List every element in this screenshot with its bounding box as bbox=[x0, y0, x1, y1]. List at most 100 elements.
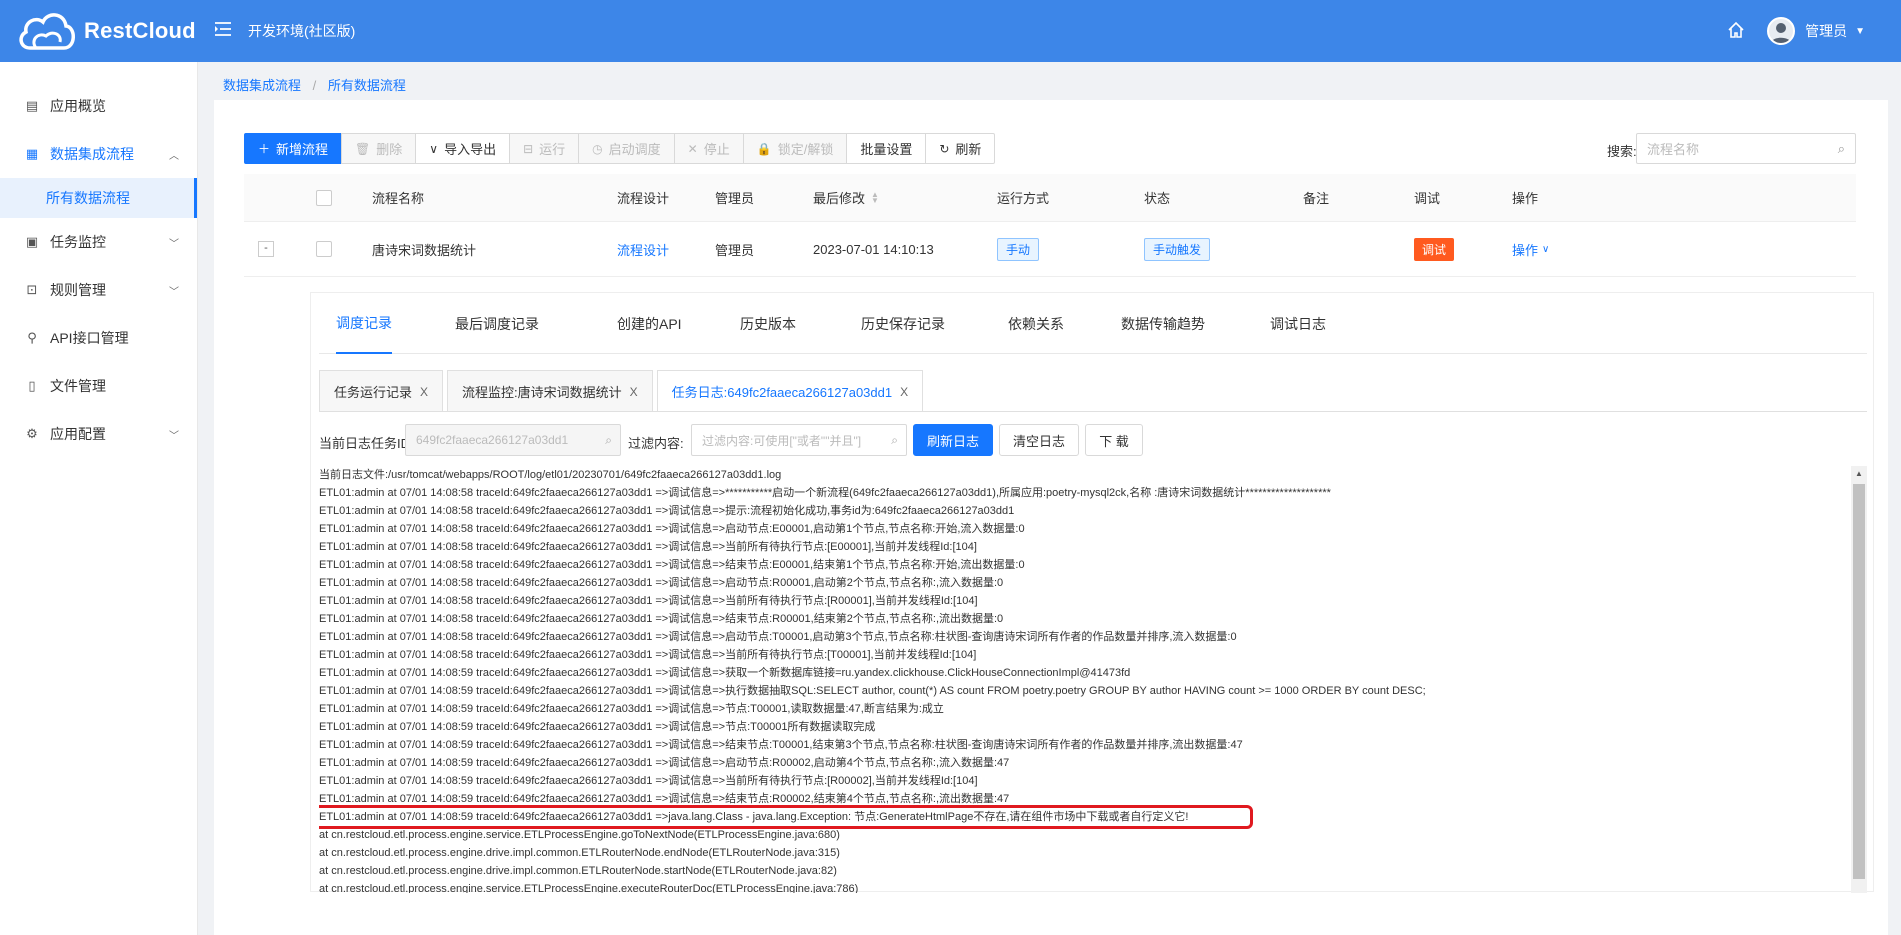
chevron-down-icon[interactable]: ▼ bbox=[1855, 26, 1865, 37]
sidebar: ▤ 应用概览 ▦ 数据集成流程 ︿ 所有数据流程 ▣ 任务监控 ﹀ ⊡ 规则管理… bbox=[0, 62, 198, 935]
sidebar-item-label: 文件管理 bbox=[50, 378, 106, 394]
log-line: ETL01:admin at 07/01 14:08:58 traceId:64… bbox=[319, 559, 1025, 571]
close-icon[interactable]: X bbox=[420, 385, 428, 399]
row-admin: 管理员 bbox=[715, 242, 755, 258]
log-lines: 当前日志文件:/usr/tomcat/webapps/ROOT/log/etl0… bbox=[319, 466, 1867, 893]
flow-design-link[interactable]: 流程设计 bbox=[617, 222, 669, 276]
cloud-logo-icon bbox=[19, 13, 75, 50]
col-modified[interactable]: 最后修改 ▲ ▼ bbox=[813, 174, 879, 221]
download-button[interactable]: 下 载 bbox=[1085, 424, 1143, 456]
tab-save-history[interactable]: 历史保存记录 bbox=[861, 293, 945, 354]
stop-label: 停止 bbox=[703, 142, 730, 157]
sidebar-item-task-monitor[interactable]: ▣ 任务监控 ﹀ bbox=[0, 218, 197, 266]
tab-last-schedule[interactable]: 最后调度记录 bbox=[455, 293, 539, 354]
task-id-input[interactable]: 649fc2faaeca266127a03dd1 ⌕ bbox=[405, 424, 621, 456]
user-name[interactable]: 管理员 bbox=[1805, 21, 1847, 41]
chevron-down-icon: ﹀ bbox=[169, 286, 179, 298]
search-input[interactable]: 流程名称 ⌕ bbox=[1636, 133, 1856, 164]
select-all-checkbox[interactable] bbox=[316, 189, 332, 206]
subtab-task-runs[interactable]: 任务运行记录 X bbox=[319, 370, 444, 412]
log-line: at cn.restcloud.etl.process.engine.servi… bbox=[319, 829, 840, 841]
sidebar-subitem-all-flows[interactable]: 所有数据流程 bbox=[0, 178, 197, 218]
menu-toggle-icon[interactable] bbox=[214, 20, 234, 43]
env-title: 开发环境(社区版) bbox=[248, 23, 356, 39]
action-dropdown[interactable]: 操作 ∨ bbox=[1512, 222, 1549, 276]
filter-input[interactable]: 过滤内容:可使用["或者""并且"] ⌕ bbox=[691, 424, 907, 456]
sidebar-item-rules[interactable]: ⊡ 规则管理 ﹀ bbox=[0, 266, 197, 314]
tab-debug-log[interactable]: 调试日志 bbox=[1270, 293, 1326, 354]
status-tag: 手动触发 bbox=[1144, 237, 1211, 261]
start-schedule-button[interactable]: ◷ 启动调度 bbox=[578, 133, 675, 164]
table-row[interactable]: - 唐诗宋词数据统计 流程设计 管理员 2023-07-01 14:10:13 … bbox=[244, 222, 1856, 277]
tab-dependencies[interactable]: 依赖关系 bbox=[1008, 293, 1064, 354]
breadcrumb: 数据集成流程 / 所有数据流程 bbox=[223, 75, 406, 94]
row-collapse-button[interactable]: - bbox=[258, 241, 274, 257]
tab-history-versions[interactable]: 历史版本 bbox=[740, 293, 796, 354]
lock-unlock-button[interactable]: 🔒 锁定/解锁 bbox=[742, 133, 848, 164]
run-button[interactable]: ⊟ 运行 bbox=[509, 133, 580, 164]
debug-button[interactable]: 调试 bbox=[1414, 237, 1455, 261]
search-icon: ⌕ bbox=[605, 433, 612, 447]
refresh-log-button[interactable]: 刷新日志 bbox=[913, 424, 993, 456]
delete-label: 删除 bbox=[376, 142, 403, 157]
scrollbar[interactable]: ▲ bbox=[1851, 466, 1867, 893]
task-id-label: 当前日志任务ID: bbox=[319, 436, 414, 451]
subtab-task-log[interactable]: 任务日志:649fc2faaeca266127a03dd1 X bbox=[656, 370, 924, 412]
tab-created-api[interactable]: 创建的API bbox=[617, 293, 682, 354]
subtab-label: 任务运行记录 bbox=[334, 385, 413, 400]
tab-schedule-records[interactable]: 调度记录 bbox=[336, 293, 392, 354]
avatar[interactable] bbox=[1767, 17, 1796, 45]
log-line: ETL01:admin at 07/01 14:08:58 traceId:64… bbox=[319, 631, 1237, 643]
sidebar-item-label: 应用概览 bbox=[50, 98, 106, 114]
task-id-value: 649fc2faaeca266127a03dd1 bbox=[416, 433, 569, 447]
doc-icon: ▤ bbox=[25, 98, 39, 113]
search-icon[interactable]: ⌕ bbox=[891, 433, 898, 448]
close-icon[interactable]: X bbox=[900, 385, 908, 399]
home-icon[interactable] bbox=[1727, 21, 1745, 42]
log-line: at cn.restcloud.etl.process.engine.servi… bbox=[319, 883, 859, 893]
row-modified: 2023-07-01 14:10:13 bbox=[813, 241, 934, 257]
sidebar-item-data-integration[interactable]: ▦ 数据集成流程 ︿ bbox=[0, 130, 197, 178]
batch-label: 批量设置 bbox=[860, 142, 913, 157]
sidebar-item-app-config[interactable]: ⚙ 应用配置 ﹀ bbox=[0, 410, 197, 458]
col-name: 流程名称 bbox=[372, 191, 425, 206]
run-mode-tag: 手动 bbox=[997, 237, 1040, 261]
delete-button[interactable]: 🗑 删除 bbox=[341, 133, 417, 164]
sidebar-item-files[interactable]: ▯ 文件管理 bbox=[0, 362, 197, 410]
log-line: ETL01:admin at 07/01 14:08:59 traceId:64… bbox=[319, 667, 1131, 679]
search-placeholder: 流程名称 bbox=[1647, 142, 1700, 157]
log-area[interactable]: 当前日志文件:/usr/tomcat/webapps/ROOT/log/etl0… bbox=[319, 466, 1867, 893]
subtab-flow-monitor[interactable]: 流程监控:唐诗宋词数据统计 X bbox=[447, 370, 653, 412]
log-line: ETL01:admin at 07/01 14:08:58 traceId:64… bbox=[319, 487, 1331, 499]
col-action: 操作 bbox=[1512, 191, 1539, 206]
import-export-button[interactable]: ∨ 导入导出 bbox=[415, 133, 511, 164]
logo[interactable]: RestCloud bbox=[0, 10, 200, 52]
log-line-error-highlighted: ETL01:admin at 07/01 14:08:59 traceId:64… bbox=[319, 805, 1253, 829]
run-label: 运行 bbox=[539, 142, 566, 157]
breadcrumb-separator: / bbox=[312, 78, 317, 93]
log-line: ETL01:admin at 07/01 14:08:58 traceId:64… bbox=[319, 541, 977, 553]
refresh-button[interactable]: ↻ 刷新 bbox=[925, 133, 996, 164]
scroll-thumb[interactable] bbox=[1853, 484, 1865, 879]
log-line: ETL01:admin at 07/01 14:08:58 traceId:64… bbox=[319, 505, 1015, 517]
batch-settings-button[interactable]: 批量设置 bbox=[846, 133, 927, 164]
flow-table: 流程名称 流程设计 管理员 最后修改 ▲ ▼ 运行方式 状态 备注 调试 操作 - … bbox=[244, 174, 1856, 277]
new-flow-button[interactable]: ＋ 新增流程 bbox=[244, 133, 343, 164]
filter-placeholder: 过滤内容:可使用["或者""并且"] bbox=[702, 433, 862, 448]
close-icon[interactable]: X bbox=[630, 385, 638, 399]
stop-button[interactable]: ✕ 停止 bbox=[673, 133, 744, 164]
clear-log-button[interactable]: 清空日志 bbox=[999, 424, 1079, 456]
top-header: RestCloud 开发环境(社区版) 管理员 ▼ bbox=[0, 0, 1901, 62]
scroll-up-icon[interactable]: ▲ bbox=[1851, 466, 1867, 482]
row-checkbox[interactable] bbox=[316, 241, 332, 257]
sidebar-item-overview[interactable]: ▤ 应用概览 bbox=[0, 82, 197, 130]
breadcrumb-current[interactable]: 所有数据流程 bbox=[328, 78, 406, 93]
log-line: ETL01:admin at 07/01 14:08:59 traceId:64… bbox=[319, 793, 1010, 805]
toolbar: ＋ 新增流程 🗑 删除 ∨ 导入导出 ⊟ 运行 ◷ 启动调度 ✕ 停止 🔒 锁定/解锁 批量设… bbox=[244, 133, 996, 164]
tab-transfer-trend[interactable]: 数据传输趋势 bbox=[1121, 293, 1205, 354]
sidebar-item-api[interactable]: ⚲ API接口管理 bbox=[0, 314, 197, 362]
breadcrumb-parent[interactable]: 数据集成流程 bbox=[223, 78, 301, 93]
sort-icon[interactable]: ▲ ▼ bbox=[871, 190, 879, 204]
log-line: ETL01:admin at 07/01 14:08:58 traceId:64… bbox=[319, 649, 977, 661]
search-icon[interactable]: ⌕ bbox=[1838, 141, 1845, 157]
